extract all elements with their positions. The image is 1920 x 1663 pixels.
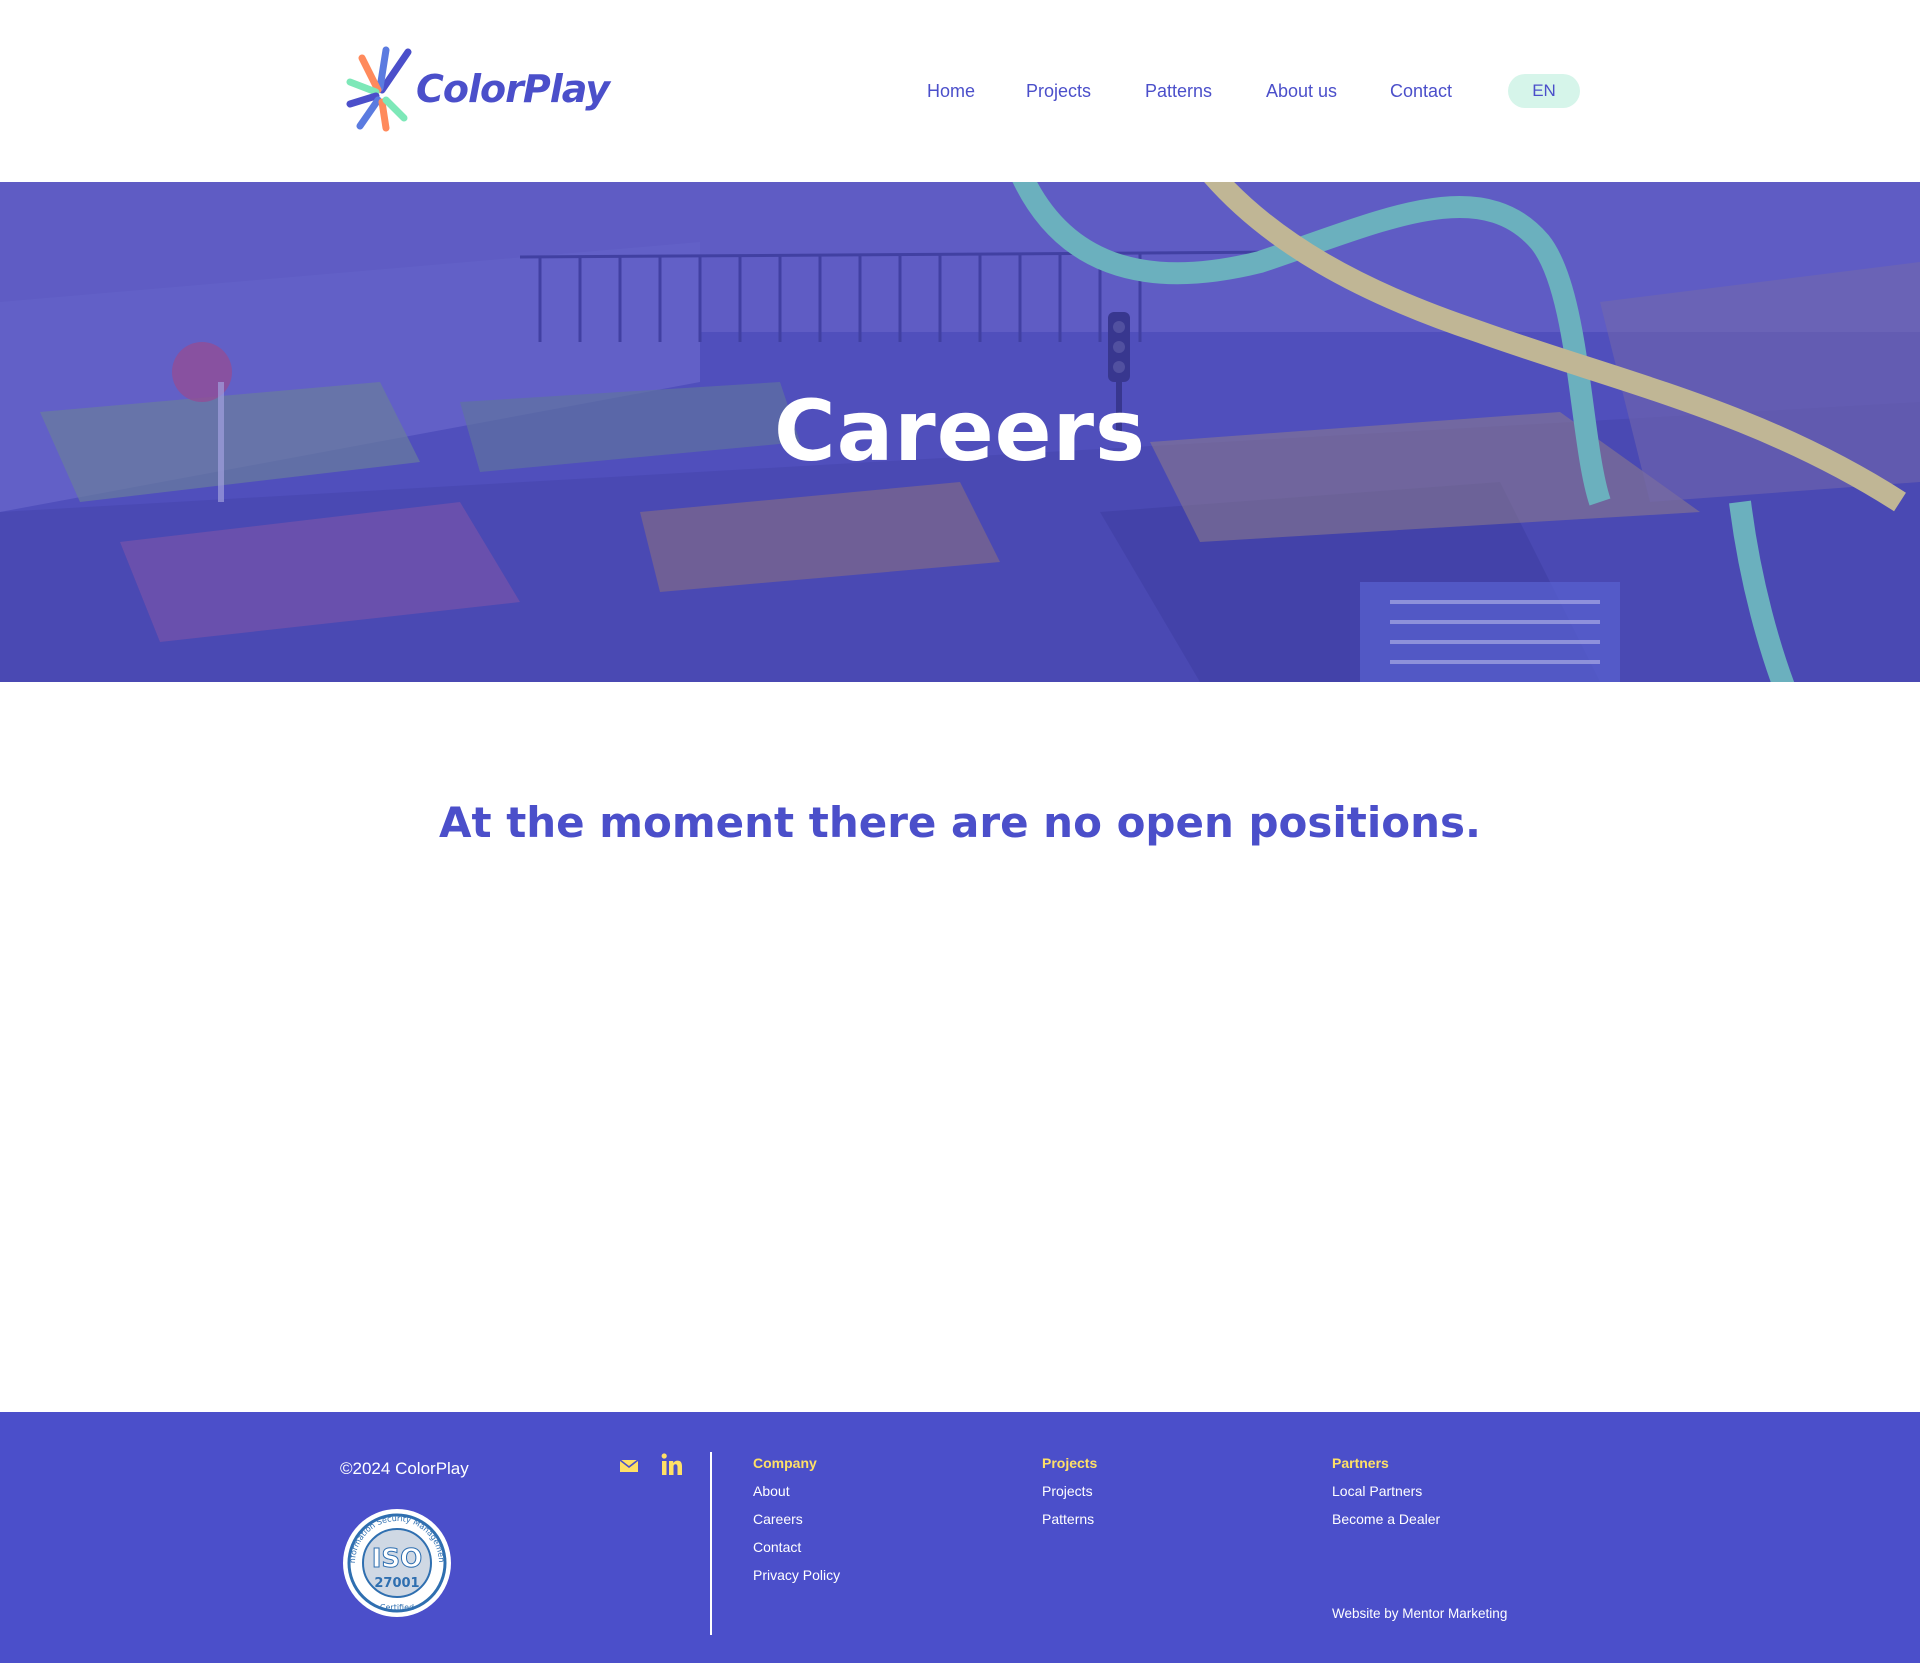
language-switcher[interactable]: EN (1508, 74, 1580, 108)
footer-column-partners: Partners Local Partners Become a Dealer (1332, 1454, 1440, 1538)
footer-link-careers[interactable]: Careers (753, 1510, 840, 1538)
page-title: Careers (773, 382, 1147, 480)
nav-about-us[interactable]: About us (1266, 76, 1337, 106)
copyright-text: ©2024 ColorPlay (340, 1459, 469, 1478)
footer-divider (710, 1452, 712, 1635)
footer-link-become-a-dealer[interactable]: Become a Dealer (1332, 1510, 1440, 1538)
footer-link-contact[interactable]: Contact (753, 1538, 840, 1566)
nav-home[interactable]: Home (927, 76, 975, 106)
footer-link-about[interactable]: About (753, 1482, 840, 1510)
main-nav: Home Projects Patterns About us Contact (0, 76, 1920, 106)
site-footer: ©2024 ColorPlay ISO 27001 Certified Info… (0, 1412, 1920, 1663)
footer-link-patterns[interactable]: Patterns (1042, 1510, 1097, 1538)
mail-icon[interactable] (619, 1458, 639, 1479)
nav-contact[interactable]: Contact (1390, 76, 1452, 106)
svg-text:27001: 27001 (374, 1576, 419, 1591)
site-header: ColorPlay Home Projects Patterns About u… (0, 0, 1920, 182)
footer-link-projects[interactable]: Projects (1042, 1482, 1097, 1510)
nav-patterns[interactable]: Patterns (1145, 76, 1212, 106)
no-positions-message: At the moment there are no open position… (438, 798, 1481, 847)
iso-27001-badge: ISO 27001 Certified Information Security… (341, 1507, 451, 1617)
nav-projects[interactable]: Projects (1026, 76, 1091, 106)
linkedin-icon[interactable] (660, 1452, 684, 1483)
footer-heading-projects: Projects (1042, 1455, 1098, 1471)
footer-column-company: Company About Careers Contact Privacy Po… (753, 1454, 840, 1594)
svg-text:Certified: Certified (380, 1603, 414, 1612)
footer-column-projects: Projects Projects Patterns (1042, 1454, 1097, 1538)
hero-banner: Careers (0, 182, 1920, 682)
footer-link-privacy-policy[interactable]: Privacy Policy (753, 1566, 840, 1594)
svg-text:ISO: ISO (372, 1544, 423, 1574)
footer-heading-partners: Partners (1332, 1455, 1389, 1471)
website-credit-link[interactable]: Website by Mentor Marketing (1332, 1606, 1507, 1621)
footer-link-local-partners[interactable]: Local Partners (1332, 1482, 1440, 1510)
footer-heading-company: Company (753, 1455, 817, 1471)
